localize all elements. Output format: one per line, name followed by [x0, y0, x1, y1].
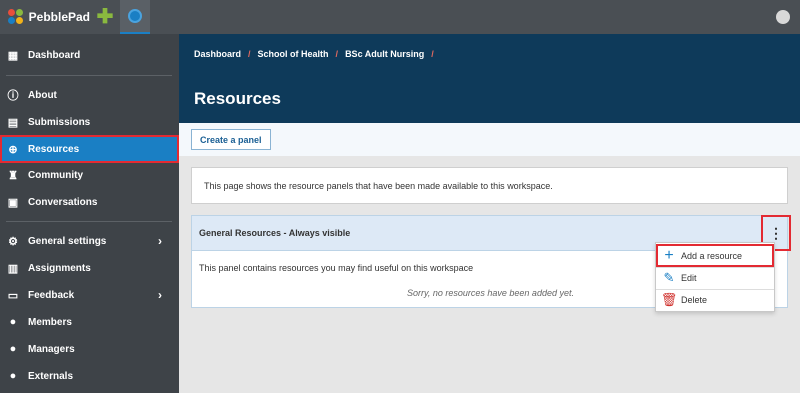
chevron-right-icon: ›: [158, 288, 162, 302]
sidebar-item-assignments[interactable]: ▥ Assignments: [0, 255, 179, 281]
pebblepad-logo-icon: [8, 9, 24, 25]
sidebar-item-members[interactable]: ● Members: [0, 309, 179, 335]
menu-item-label: Add a resource: [681, 250, 743, 261]
breadcrumb-school[interactable]: School of Health: [258, 49, 329, 59]
sidebar-item-label: General settings: [28, 235, 107, 247]
panel-options-menu: + Add a resource ✎ Edit 🗑 Delete: [655, 242, 775, 312]
info-box: This page shows the resource panels that…: [191, 167, 788, 204]
breadcrumb-dashboard[interactable]: Dashboard: [194, 49, 241, 59]
menu-item-label: Delete: [681, 295, 708, 305]
menu-item-delete[interactable]: 🗑 Delete: [656, 289, 774, 311]
sidebar-item-general-settings[interactable]: ⚙ General settings ›: [0, 228, 179, 254]
sidebar-item-externals[interactable]: ● Externals: [0, 363, 179, 389]
sidebar-item-label: Resources: [28, 143, 80, 155]
sidebar-item-conversations[interactable]: ▣ Conversations: [0, 189, 179, 215]
panel-description: This panel contains resources you may fi…: [199, 263, 474, 273]
chevron-right-icon: ›: [158, 234, 162, 248]
plus-icon: +: [664, 246, 674, 264]
menu-item-label: Edit: [681, 273, 697, 283]
page-title: Resources: [194, 89, 281, 108]
community-icon: ♜: [8, 169, 18, 182]
sidebar-item-label: Managers: [28, 343, 75, 355]
info-text: This page shows the resource panels that…: [204, 180, 553, 191]
sidebar-item-label: Dashboard: [28, 49, 81, 61]
sidebar-divider: [6, 221, 172, 222]
breadcrumb-separator: /: [431, 49, 434, 59]
panel-title: General Resources - Always visible: [199, 228, 351, 238]
sidebar-item-about[interactable]: ⓘ About: [0, 82, 179, 108]
dashboard-icon: ▦: [7, 49, 19, 62]
sidebar-item-feedback[interactable]: ▭ Feedback ›: [0, 282, 179, 308]
info-icon: ⓘ: [7, 90, 19, 102]
gear-icon: ⚙: [8, 235, 18, 248]
person-icon: ●: [9, 343, 17, 355]
pencil-icon: ✎: [663, 270, 675, 285]
breadcrumb: Dashboard / School of Health / BSc Adult…: [194, 49, 441, 59]
plus-app-icon: ✚: [96, 6, 114, 28]
sidebar-item-label: About: [28, 89, 57, 101]
sidebar-item-managers[interactable]: ● Managers: [0, 336, 179, 362]
breadcrumb-separator: /: [248, 49, 251, 59]
sidebar-item-resources[interactable]: ⊕ Resources: [0, 135, 179, 163]
sidebar-divider: [6, 75, 172, 76]
sidebar: ▦ Dashboard ⓘ About ▤ Submissions ⊕ Reso…: [0, 34, 179, 393]
sidebar-item-label: Submissions: [28, 116, 91, 128]
sidebar-item-submissions[interactable]: ▤ Submissions: [0, 109, 179, 135]
document-icon: ▥: [7, 262, 19, 275]
sidebar-item-label: Community: [28, 169, 83, 181]
globe-icon: ⊕: [8, 143, 18, 156]
sidebar-item-label: Feedback: [28, 289, 75, 301]
person-icon: ●: [9, 370, 17, 382]
create-panel-button[interactable]: Create a panel: [191, 129, 271, 150]
atlas-icon: [128, 9, 142, 23]
kebab-menu-icon: ⋮: [769, 224, 783, 241]
menu-item-edit[interactable]: ✎ Edit: [656, 267, 774, 289]
breadcrumb-separator: /: [335, 49, 339, 59]
sidebar-item-dashboard[interactable]: ▦ Dashboard: [0, 42, 179, 68]
app-switch-plus[interactable]: ✚: [90, 0, 120, 34]
brand[interactable]: PebblePad: [0, 0, 90, 34]
chat-icon: ▣: [7, 196, 19, 209]
menu-item-add-resource[interactable]: + Add a resource: [656, 244, 774, 267]
feedback-icon: ▭: [7, 289, 19, 302]
top-bar: PebblePad ✚: [0, 0, 800, 34]
sidebar-item-label: Members: [28, 316, 72, 328]
app-switch-atlas[interactable]: [120, 0, 150, 34]
person-icon: ●: [9, 316, 17, 328]
user-avatar[interactable]: [776, 10, 790, 24]
sidebar-item-label: Conversations: [28, 196, 98, 208]
file-icon: ▤: [7, 116, 19, 129]
sidebar-item-label: Externals: [28, 370, 74, 382]
sidebar-item-label: Assignments: [28, 262, 91, 274]
toolbar: Create a panel: [179, 123, 800, 156]
trash-icon: 🗑: [660, 292, 678, 307]
sidebar-item-community[interactable]: ♜ Community: [0, 162, 179, 188]
page-header: Dashboard / School of Health / BSc Adult…: [179, 34, 800, 123]
app-name: PebblePad: [28, 10, 90, 24]
breadcrumb-course[interactable]: BSc Adult Nursing: [345, 49, 424, 59]
